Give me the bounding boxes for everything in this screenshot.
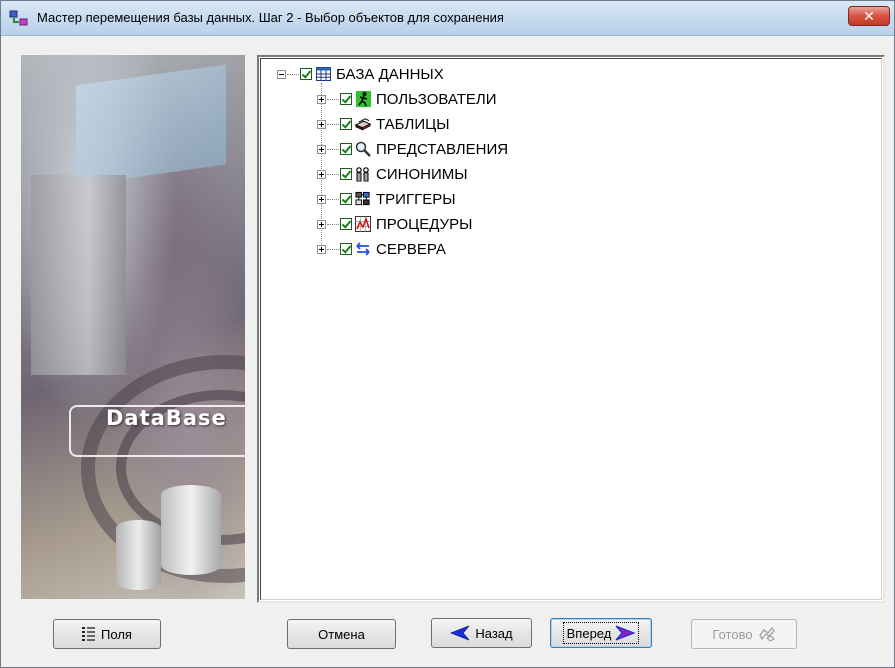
- title-bar: Мастер перемещения базы данных. Шаг 2 - …: [1, 1, 894, 36]
- cancel-button[interactable]: Отмена: [287, 619, 396, 649]
- tree-item-checkbox[interactable]: [340, 243, 352, 255]
- finish-icon: [758, 626, 775, 642]
- fields-button-label: Поля: [101, 626, 132, 642]
- expand-toggle[interactable]: [317, 144, 326, 154]
- tree-item-label: СИНОНИМЫ: [376, 165, 468, 183]
- next-button[interactable]: Вперед: [550, 618, 652, 648]
- expand-toggle[interactable]: [317, 219, 326, 229]
- tree-item-synonyms[interactable]: СИНОНИМЫ: [317, 163, 468, 185]
- cancel-button-label: Отмена: [318, 626, 365, 642]
- tree-item-checkbox[interactable]: [340, 93, 352, 105]
- table-grid-icon: [315, 66, 331, 82]
- wizard-side-image: DataBase: [21, 55, 245, 599]
- wizard-window: Мастер перемещения базы данных. Шаг 2 - …: [0, 0, 895, 668]
- window-title: Мастер перемещения базы данных. Шаг 2 - …: [37, 10, 504, 25]
- swap-arrows-icon: [355, 241, 371, 257]
- tree-item-views[interactable]: ПРЕДСТАВЛЕНИЯ: [317, 138, 508, 160]
- tree-item-checkbox[interactable]: [340, 193, 352, 205]
- expand-toggle[interactable]: [317, 194, 326, 204]
- app-icon: [9, 10, 28, 26]
- tree-item-label: ПОЛЬЗОВАТЕЛИ: [376, 90, 497, 108]
- synonyms-icon: [355, 166, 371, 182]
- tree-item-label: ТРИГГЕРЫ: [376, 190, 456, 208]
- tree-root-checkbox[interactable]: [300, 68, 312, 80]
- tree-item-label: СЕРВЕРА: [376, 240, 446, 258]
- expand-toggle[interactable]: [317, 244, 326, 254]
- finish-button[interactable]: Готово: [691, 619, 797, 649]
- tree-item-label: ПРЕДСТАВЛЕНИЯ: [376, 140, 509, 158]
- object-tree[interactable]: БАЗА ДАННЫХ ПОЛЬЗОВАТЕЛИ ТАБЛИЦЫ ПРЕДСТА…: [257, 55, 885, 603]
- tree-item-users[interactable]: ПОЛЬЗОВАТЕЛИ: [317, 88, 497, 110]
- tree-item-label: ТАБЛИЦЫ: [376, 115, 450, 133]
- close-button[interactable]: ✕: [848, 6, 890, 26]
- database-label: DataBase: [106, 406, 227, 430]
- triggers-icon: [355, 191, 371, 207]
- close-icon: ✕: [863, 8, 875, 24]
- fields-button[interactable]: Поля: [53, 619, 161, 649]
- tree-item-checkbox[interactable]: [340, 143, 352, 155]
- next-button-label: Вперед: [566, 625, 612, 641]
- tree-item-procedures[interactable]: ПРОЦЕДУРЫ: [317, 213, 472, 235]
- tree-item-label: ПРОЦЕДУРЫ: [376, 215, 473, 233]
- expand-toggle[interactable]: [317, 119, 326, 129]
- back-button-label: Назад: [475, 625, 513, 641]
- arrow-left-icon: [450, 625, 470, 641]
- finish-button-label: Готово: [712, 626, 753, 642]
- collapse-toggle[interactable]: [277, 69, 286, 79]
- tree-item-checkbox[interactable]: [340, 218, 352, 230]
- arrow-right-icon: [615, 625, 636, 641]
- back-button[interactable]: Назад: [431, 618, 532, 648]
- running-man-icon: [355, 91, 371, 107]
- expand-toggle[interactable]: [317, 169, 326, 179]
- tree-item-checkbox[interactable]: [340, 118, 352, 130]
- fields-icon: [82, 627, 96, 641]
- magnifier-icon: [355, 141, 371, 157]
- table-stack-icon: [355, 116, 371, 132]
- procedures-chart-icon: [355, 216, 371, 232]
- tree-root-label: БАЗА ДАННЫХ: [336, 65, 444, 83]
- expand-toggle[interactable]: [317, 94, 326, 104]
- tree-item-servers[interactable]: СЕРВЕРА: [317, 238, 446, 260]
- tree-item-triggers[interactable]: ТРИГГЕРЫ: [317, 188, 455, 210]
- tree-root[interactable]: БАЗА ДАННЫХ: [277, 63, 444, 85]
- tree-item-checkbox[interactable]: [340, 168, 352, 180]
- tree-item-tables[interactable]: ТАБЛИЦЫ: [317, 113, 450, 135]
